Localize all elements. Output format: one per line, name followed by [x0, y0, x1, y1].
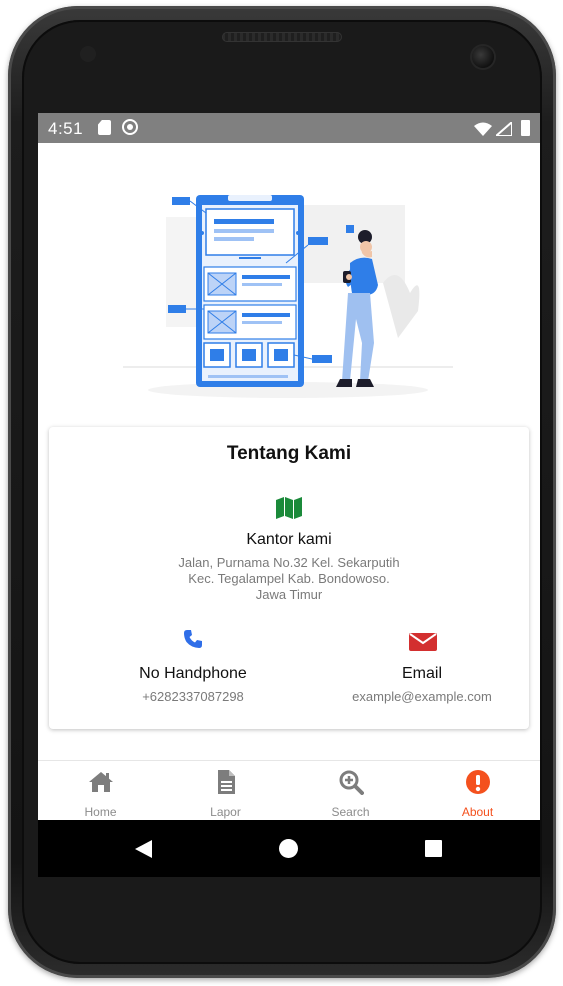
nav-item-search[interactable]: Search: [288, 761, 413, 821]
nav-label-home: Home: [84, 805, 117, 819]
home-icon: [88, 772, 113, 792]
battery-icon: [521, 120, 530, 136]
exclamation-circle-icon: [465, 770, 490, 794]
app-screen: 4:51 Tentang Kami Kantor kami Jalan, Pur…: [38, 113, 540, 877]
sync-icon: [122, 119, 138, 135]
back-icon[interactable]: [135, 840, 152, 858]
about-card: Tentang Kami Kantor kami Jalan, Purnama …: [49, 427, 529, 729]
proximity-sensor: [80, 46, 96, 62]
nav-item-home[interactable]: Home: [38, 761, 163, 821]
front-camera: [472, 46, 494, 68]
nav-label-lapor: Lapor: [210, 805, 241, 819]
nav-item-lapor[interactable]: Lapor: [163, 761, 288, 821]
nav-label-about: About: [461, 805, 494, 819]
email-title: Email: [401, 665, 442, 682]
earpiece-speaker: [222, 32, 342, 42]
home-circle-icon[interactable]: [279, 839, 298, 858]
phone-icon: [184, 630, 202, 648]
phone-section[interactable]: No Handphone +6282337087298: [49, 427, 289, 729]
document-icon: [217, 770, 235, 794]
email-address[interactable]: example@example.com: [327, 689, 517, 704]
nav-label-search: Search: [331, 805, 370, 819]
system-navigation-bar: [38, 820, 540, 877]
email-section[interactable]: Email example@example.com: [289, 427, 529, 729]
nav-item-about[interactable]: About: [415, 761, 540, 821]
sd-card-icon: [98, 120, 111, 135]
status-bar: 4:51: [38, 113, 540, 143]
about-illustration: [123, 195, 453, 398]
wifi-icon: [474, 122, 492, 136]
status-time: 4:51: [48, 119, 84, 138]
zoom-in-icon: [339, 770, 364, 795]
mail-icon: [409, 633, 437, 651]
recent-apps-icon[interactable]: [425, 840, 442, 857]
bottom-navigation: Home Lapor Search About: [38, 760, 540, 821]
cellular-signal-icon: [496, 122, 512, 136]
